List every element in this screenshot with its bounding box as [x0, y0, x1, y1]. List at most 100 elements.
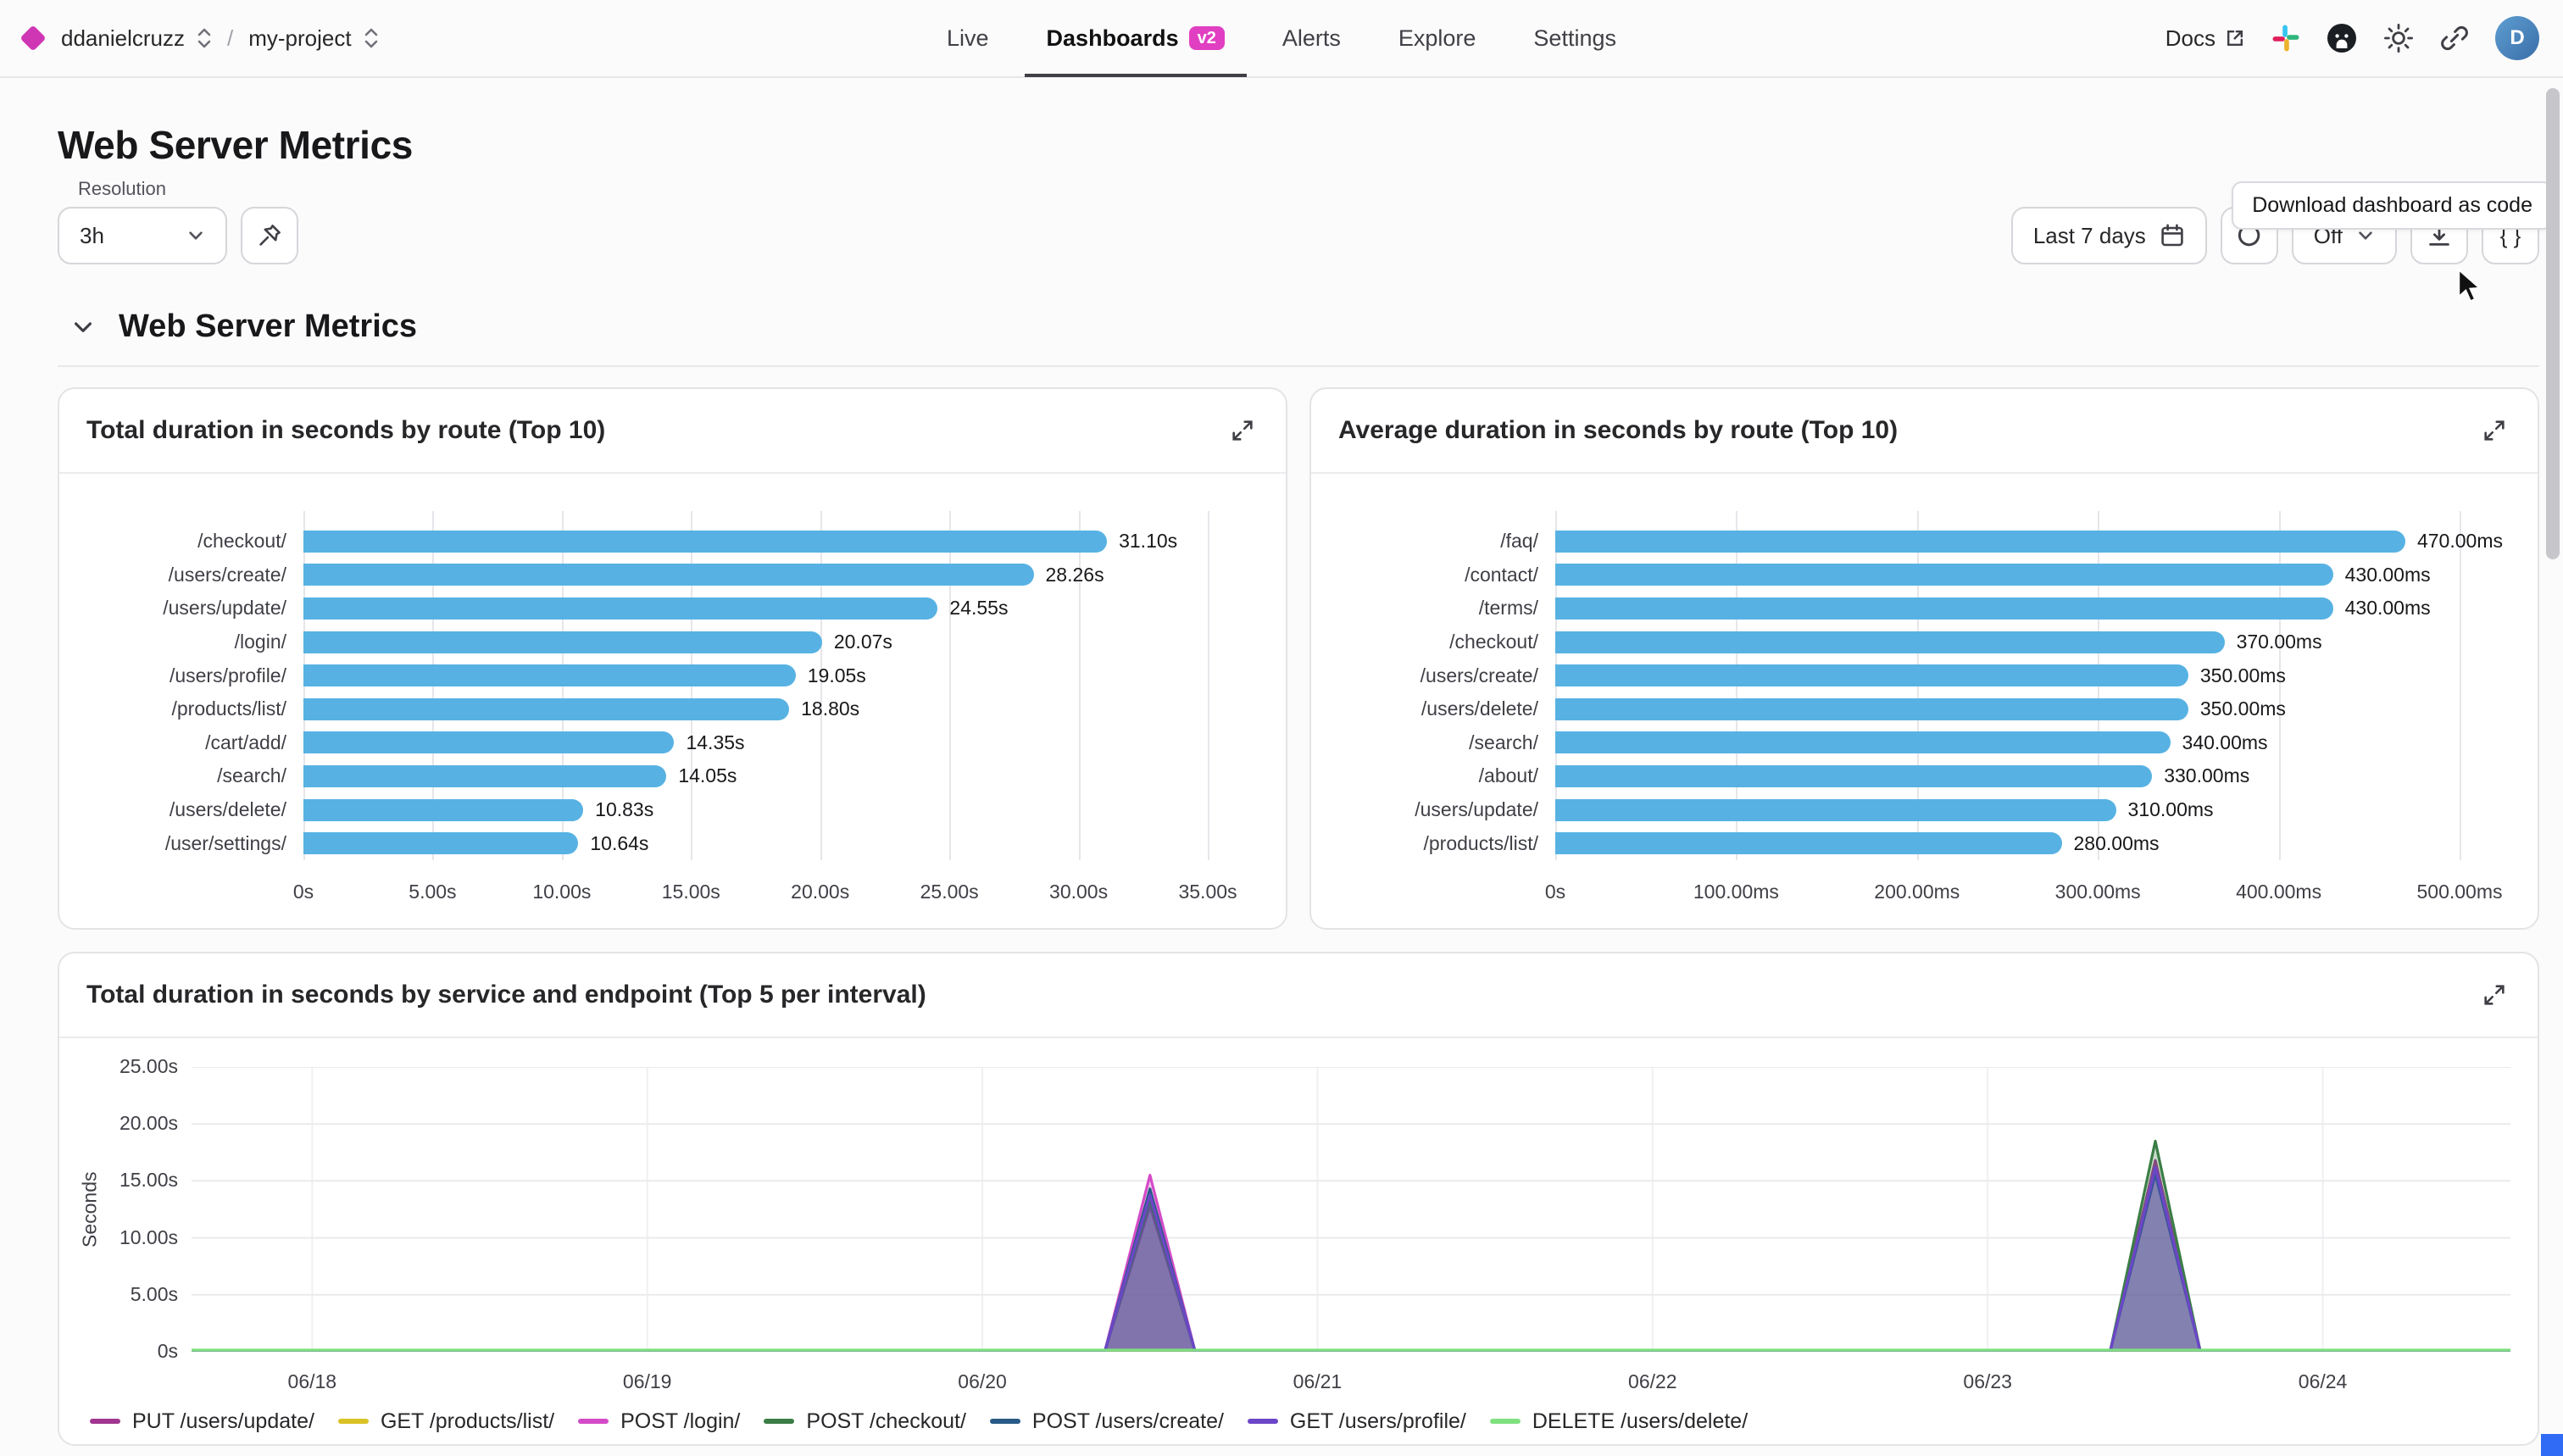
plot-area[interactable]: 06/1806/1906/2006/2106/2206/2306/24	[192, 1067, 2510, 1396]
resolution-select[interactable]: 3h	[58, 207, 227, 264]
x-axis-ticks: 06/1806/1906/2006/2106/2206/2306/24	[192, 1359, 2510, 1396]
category-label: /search/	[1338, 731, 1538, 754]
expand-icon	[2482, 418, 2507, 443]
tab-alerts[interactable]: Alerts	[1254, 0, 1370, 77]
legend-item[interactable]: PUT /users/update/	[90, 1409, 314, 1434]
bar[interactable]	[1555, 597, 2333, 620]
project-name[interactable]: my-project	[248, 25, 351, 52]
category-label: /terms/	[1338, 597, 1538, 620]
chevron-down-icon[interactable]	[71, 315, 95, 339]
logo-icon[interactable]	[19, 25, 46, 51]
bar[interactable]	[303, 832, 578, 854]
x-tick-label: 300.00ms	[2055, 881, 2141, 903]
share-link-icon[interactable]	[2439, 23, 2470, 53]
org-name[interactable]: ddanielcruzz	[61, 25, 185, 52]
legend-item[interactable]: POST /login/	[578, 1409, 740, 1434]
legend-item[interactable]: GET /products/list/	[338, 1409, 554, 1434]
x-tick-label: 30.00s	[1049, 881, 1108, 903]
y-tick-label: 15.00s	[120, 1169, 178, 1192]
bar[interactable]	[1555, 531, 2405, 553]
legend-label: GET /users/profile/	[1290, 1409, 1466, 1434]
legend-swatch	[90, 1419, 120, 1424]
tab-settings[interactable]: Settings	[1504, 0, 1645, 77]
x-axis-ticks: 0s5.00s10.00s15.00s20.00s25.00s30.00s35.…	[303, 877, 1208, 911]
bar-row: /about/330.00ms	[1338, 759, 2510, 793]
expand-chart-button[interactable]	[2478, 979, 2510, 1011]
bar[interactable]	[303, 531, 1107, 553]
bar[interactable]	[1555, 832, 2062, 854]
legend-item[interactable]: POST /users/create/	[990, 1409, 1224, 1434]
bar[interactable]	[303, 664, 796, 686]
docs-label: Docs	[2165, 25, 2216, 52]
value-label: 330.00ms	[2164, 764, 2249, 787]
x-tick-label: 20.00s	[791, 881, 849, 903]
bar-row: /users/delete/350.00ms	[1338, 692, 2510, 726]
category-label: /search/	[86, 764, 286, 787]
chart-title: Total duration in seconds by route (Top …	[86, 416, 605, 445]
pin-resolution-button[interactable]	[241, 207, 298, 264]
time-range-button[interactable]: Last 7 days	[2011, 207, 2207, 264]
bar-row: /terms/430.00ms	[1338, 592, 2510, 625]
legend-item[interactable]: POST /checkout/	[764, 1409, 966, 1434]
hbar-chart: /checkout/31.10s/users/create/28.26s/use…	[86, 525, 1259, 911]
pin-icon	[256, 222, 283, 249]
github-icon[interactable]	[2326, 22, 2358, 54]
bar[interactable]	[303, 731, 674, 753]
expand-chart-button[interactable]	[1226, 414, 1259, 447]
section-header[interactable]: Web Server Metrics	[58, 308, 2539, 367]
category-label: /users/update/	[86, 597, 286, 620]
tab-label: Settings	[1533, 25, 1616, 52]
bar[interactable]	[303, 564, 1034, 586]
legend-item[interactable]: DELETE /users/delete/	[1490, 1409, 1748, 1434]
theme-toggle-icon[interactable]	[2383, 23, 2414, 53]
slack-icon[interactable]	[2271, 24, 2300, 53]
docs-link[interactable]: Docs	[2165, 25, 2246, 52]
bar[interactable]	[1555, 564, 2333, 586]
breadcrumb: ddanielcruzz / my-project	[24, 25, 379, 52]
category-label: /faq/	[1338, 530, 1538, 553]
legend-item[interactable]: GET /users/profile/	[1248, 1409, 1466, 1434]
chart-card-total-duration-by-route: Total duration in seconds by route (Top …	[58, 387, 1287, 930]
tab-explore[interactable]: Explore	[1370, 0, 1505, 77]
bar[interactable]	[303, 765, 666, 787]
tab-live[interactable]: Live	[918, 0, 1018, 77]
dashboard-controls: Resolution 3h Last 7 days	[58, 178, 2539, 264]
dashboard-main: Web Server Metrics Download dashboard as…	[0, 122, 2563, 1446]
org-switcher-icon[interactable]	[197, 25, 212, 51]
bar[interactable]	[1555, 698, 2188, 720]
resolution-label: Resolution	[58, 178, 298, 200]
expand-chart-button[interactable]	[2478, 414, 2510, 447]
legend-label: POST /users/create/	[1032, 1409, 1224, 1434]
tab-label: Explore	[1398, 25, 1476, 52]
legend-label: POST /checkout/	[806, 1409, 966, 1434]
bar[interactable]	[1555, 731, 2171, 753]
tab-dashboards[interactable]: Dashboards v2	[1018, 0, 1254, 77]
bar[interactable]	[303, 631, 822, 653]
bar-row: /contact/430.00ms	[1338, 559, 2510, 592]
avatar[interactable]: D	[2495, 16, 2539, 60]
calendar-icon	[2160, 223, 2185, 248]
bar-row: /login/20.07s	[86, 625, 1259, 659]
chevron-down-icon	[186, 226, 205, 245]
bar-row: /users/create/28.26s	[86, 559, 1259, 592]
value-label: 10.64s	[590, 832, 648, 855]
category-label: /products/list/	[1338, 832, 1538, 855]
expand-icon	[2482, 982, 2507, 1008]
resolution-value: 3h	[80, 223, 104, 249]
bar[interactable]	[303, 597, 937, 620]
y-axis-label: Seconds	[76, 1067, 103, 1352]
bar[interactable]	[1555, 631, 2225, 653]
value-label: 14.35s	[686, 731, 744, 754]
time-range-value: Last 7 days	[2033, 223, 2146, 249]
bar[interactable]	[303, 698, 789, 720]
vertical-scrollbar[interactable]	[2546, 88, 2560, 559]
top-navbar: ddanielcruzz / my-project Live Dashboard…	[0, 0, 2563, 78]
bar[interactable]	[303, 799, 583, 821]
bar[interactable]	[1555, 799, 2116, 821]
bar[interactable]	[1555, 765, 2152, 787]
bar-row: /users/update/24.55s	[86, 592, 1259, 625]
project-switcher-icon[interactable]	[364, 25, 379, 51]
legend-swatch	[990, 1419, 1020, 1424]
bar[interactable]	[1555, 664, 2188, 686]
expand-icon	[1230, 418, 1255, 443]
